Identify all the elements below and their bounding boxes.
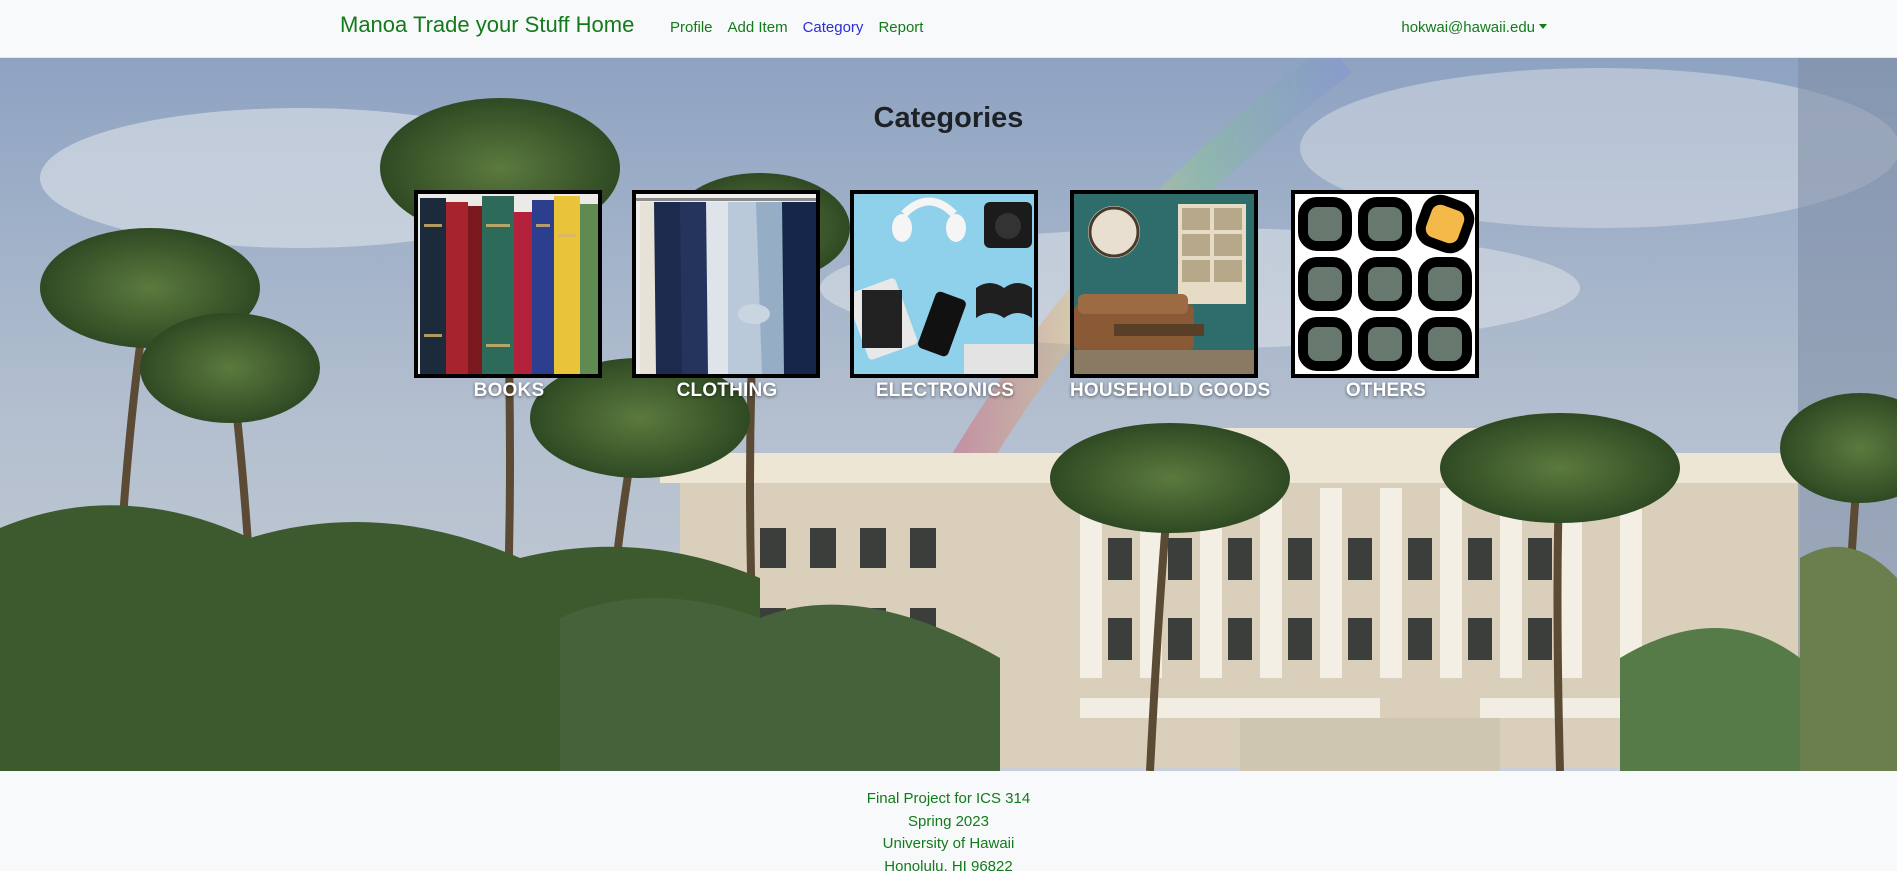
nav-link-add-item[interactable]: Add Item [728,19,788,36]
category-card-others[interactable]: OTHERS [1291,190,1481,402]
category-card-household-goods[interactable]: HOUSEHOLD GOODS [1070,190,1271,402]
category-label-clothing: CLOTHING [676,380,778,401]
category-hero: Categories BOOKS CLOTHING ELECTRONICS HO… [0,58,1897,771]
category-label-electronics: ELECTRONICS [875,380,1015,401]
household-goods-image [1070,190,1258,378]
nav-link-report[interactable]: Report [878,19,923,36]
category-label-household-goods: HOUSEHOLD GOODS [1070,380,1271,401]
category-card-electronics[interactable]: ELECTRONICS [850,190,1040,402]
page-title: Categories [873,102,1024,134]
category-card-clothing[interactable]: CLOTHING [632,190,822,402]
footer: Final Project for ICS 314 Spring 2023 Un… [0,771,1897,871]
footer-line-university: University of Hawaii [882,835,1015,852]
nav-link-profile[interactable]: Profile [670,19,713,36]
others-grid-icon [1291,190,1479,378]
footer-line-address: Honolulu, HI 96822 [884,857,1013,871]
category-label-books: BOOKS [473,380,545,401]
category-label-others: OTHERS [1345,380,1427,401]
user-dropdown[interactable]: hokwai@hawaii.edu [1401,19,1547,36]
electronics-image [850,190,1038,378]
footer-line-term: Spring 2023 [908,812,989,830]
brand-home-link[interactable]: Manoa Trade your Stuff Home [340,12,634,38]
footer-line-project: Final Project for ICS 314 [866,790,1031,807]
user-email: hokwai@hawaii.edu [1401,19,1535,36]
nav-link-category[interactable]: Category [803,19,864,36]
category-card-books[interactable]: BOOKS [414,190,604,402]
caret-down-icon [1539,24,1547,29]
top-navbar: Manoa Trade your Stuff Home Profile Add … [0,0,1897,58]
nav-links: Profile Add Item Category Report [670,19,923,36]
clothing-image [632,190,820,378]
books-image [414,190,602,378]
campus-background-image [0,58,1897,771]
